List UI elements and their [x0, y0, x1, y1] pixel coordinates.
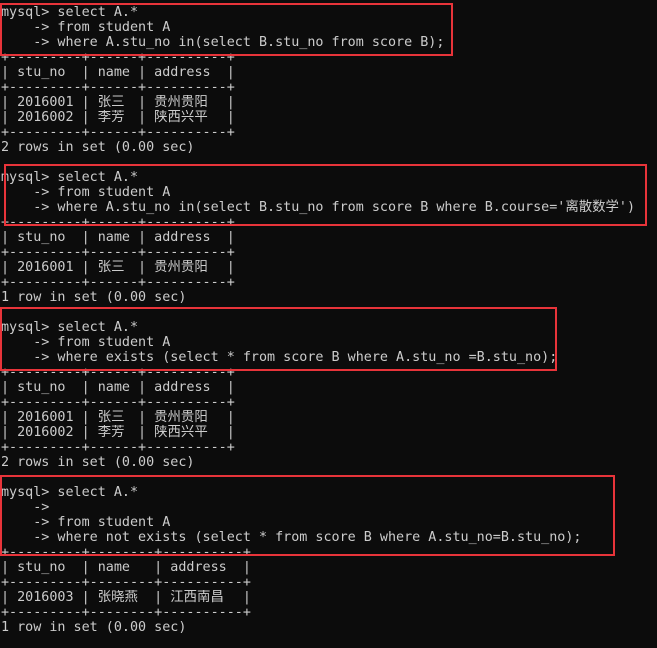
table-separator: | — [1, 410, 18, 425]
result-status: 1 row in set (0.00 sec) — [1, 290, 187, 305]
table-separator: | — [73, 95, 98, 110]
table-cell: 2016001 — [17, 260, 74, 275]
table-cell: name — [97, 65, 130, 80]
table-separator: | — [1, 110, 18, 125]
table-separator: | — [146, 560, 171, 575]
result-status: 2 rows in set (0.00 sec) — [1, 140, 195, 155]
table-separator: | — [73, 260, 98, 275]
table-border: +---------+------+----------+ — [1, 275, 235, 290]
table-separator: | — [73, 590, 98, 605]
table-separator: | — [1, 380, 18, 395]
table-cell: 2016001 — [17, 410, 74, 425]
table-row: | 2016001 | 张三 | 贵州贵阳 | — [1, 410, 635, 425]
table-separator: | — [73, 380, 98, 395]
table-separator: | — [218, 410, 235, 425]
table-separator: | — [73, 560, 98, 575]
table-separator: | — [73, 410, 98, 425]
table-separator: | — [218, 110, 235, 125]
table-separator: | — [1, 65, 18, 80]
table-separator: | — [129, 410, 155, 425]
table-cell: name — [97, 560, 130, 575]
table-separator: | — [73, 230, 98, 245]
table-separator: | — [218, 260, 235, 275]
table-cell: 陕西兴平 — [154, 110, 208, 125]
table-separator: | — [129, 260, 155, 275]
highlight-box-query-3 — [0, 307, 557, 371]
table-row: | 2016003 | 张晓燕 | 江西南昌 | — [1, 590, 635, 605]
table-cell: name — [97, 230, 130, 245]
table-cell: stu_no — [17, 560, 66, 575]
table-cell: address — [154, 380, 211, 395]
table-separator: | — [1, 95, 18, 110]
table-cell: stu_no — [17, 65, 66, 80]
table-row: | 2016001 | 张三 | 贵州贵阳 | — [1, 260, 635, 275]
table-cell: 陕西兴平 — [154, 425, 208, 440]
table-cell: 江西南昌 — [170, 590, 224, 605]
highlight-box-query-4 — [0, 475, 615, 556]
table-separator: | — [218, 65, 235, 80]
table-separator: | — [234, 590, 251, 605]
table-separator: | — [1, 560, 18, 575]
table-cell: address — [154, 65, 211, 80]
table-cell: 2016002 — [17, 110, 74, 125]
table-cell: 李芳 — [97, 110, 125, 125]
table-cell: 贵州贵阳 — [154, 95, 208, 110]
table-separator: | — [73, 110, 98, 125]
table-separator: | — [1, 230, 18, 245]
table-separator: | — [218, 425, 235, 440]
table-cell: stu_no — [17, 380, 66, 395]
table-cell: stu_no — [17, 230, 66, 245]
table-border: +---------+------+----------+ — [1, 440, 235, 455]
table-separator: | — [129, 95, 155, 110]
table-cell: 2016001 — [17, 95, 74, 110]
table-row: | 2016002 | 李芳 | 陕西兴平 | — [1, 110, 635, 125]
highlight-box-query-1 — [0, 3, 453, 56]
table-cell: name — [97, 380, 130, 395]
table-header-row: | stu_no | name | address | — [1, 380, 635, 395]
table-separator: | — [129, 65, 155, 80]
table-cell: 贵州贵阳 — [154, 260, 208, 275]
table-cell: 贵州贵阳 — [154, 410, 208, 425]
table-cell: address — [154, 230, 211, 245]
table-separator: | — [1, 260, 18, 275]
table-separator: | — [73, 65, 98, 80]
table-border: +---------+------+----------+ — [1, 245, 235, 260]
table-cell: 张晓燕 — [97, 590, 138, 605]
table-border: +---------+------+----------+ — [1, 395, 235, 410]
table-header-row: | stu_no | name | address | — [1, 65, 635, 80]
table-separator: | — [146, 590, 171, 605]
table-separator: | — [234, 560, 251, 575]
highlight-box-query-2 — [4, 164, 647, 226]
table-row: | 2016002 | 李芳 | 陕西兴平 | — [1, 425, 635, 440]
table-border: +---------+--------+----------+ — [1, 605, 251, 620]
table-cell: 李芳 — [97, 425, 125, 440]
table-separator: | — [129, 380, 155, 395]
table-cell: 张三 — [97, 410, 125, 425]
result-status: 1 row in set (0.00 sec) — [1, 620, 187, 635]
table-separator: | — [218, 230, 235, 245]
result-status: 2 rows in set (0.00 sec) — [1, 455, 195, 470]
table-separator: | — [1, 425, 18, 440]
table-separator: | — [129, 110, 155, 125]
table-header-row: | stu_no | name | address | — [1, 230, 635, 245]
table-border: +---------+------+----------+ — [1, 125, 235, 140]
table-cell: address — [170, 560, 227, 575]
table-row: | 2016001 | 张三 | 贵州贵阳 | — [1, 95, 635, 110]
table-header-row: | stu_no | name | address | — [1, 560, 635, 575]
table-cell: 2016002 — [17, 425, 74, 440]
table-cell: 张三 — [97, 95, 125, 110]
table-separator: | — [129, 230, 155, 245]
table-separator: | — [218, 95, 235, 110]
table-separator: | — [73, 425, 98, 440]
table-border: +---------+--------+----------+ — [1, 575, 251, 590]
table-cell: 张三 — [97, 260, 125, 275]
table-cell: 2016003 — [17, 590, 74, 605]
table-border: +---------+------+----------+ — [1, 80, 235, 95]
table-separator: | — [129, 425, 155, 440]
table-separator: | — [218, 380, 235, 395]
table-separator: | — [1, 590, 18, 605]
